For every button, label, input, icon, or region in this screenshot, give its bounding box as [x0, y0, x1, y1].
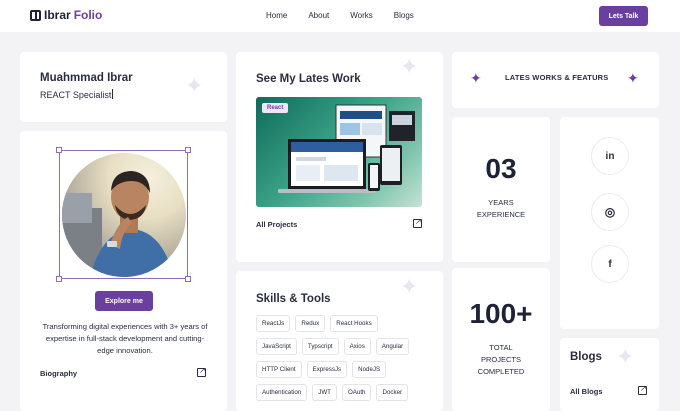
biography-link[interactable]: Biography	[40, 369, 77, 378]
skills-card: Skills & Tools ✦ ReactJs Redux React Hoo…	[236, 271, 443, 411]
owner-name: Muahmmad Ibrar	[40, 72, 133, 84]
skill-chip: ReactJs	[256, 315, 291, 332]
resize-handle	[56, 276, 62, 282]
skill-chip: Redux	[295, 315, 326, 332]
top-navbar: Ibrar Folio Home About Works Blogs Lets …	[0, 0, 680, 32]
explore-me-button[interactable]: Explore me	[95, 291, 153, 311]
sparkle-decoration-icon: ✦	[400, 274, 419, 299]
skill-chip: OAuth	[341, 384, 372, 401]
sparkle-decoration-icon: ✦	[616, 344, 635, 369]
nav-link-works[interactable]: Works	[350, 11, 373, 20]
dribbble-icon[interactable]: ◎	[591, 193, 629, 231]
skill-chip: HTTP Client	[256, 361, 302, 378]
skill-chip: Docker	[376, 384, 409, 401]
logo-text-accent: Folio	[73, 8, 103, 22]
skills-list: ReactJs Redux React Hooks JavaScript Typ…	[256, 315, 421, 401]
featured-banner[interactable]: ✦ LATES WORKS & FEATURS ✦	[452, 52, 659, 108]
intro-card: Muahmmad Ibrar REACT Specialist ✦	[20, 52, 227, 122]
lets-talk-button[interactable]: Lets Talk	[599, 6, 648, 26]
project-tag: React	[262, 103, 289, 113]
skill-chip: Authentication	[256, 384, 308, 401]
external-link-icon[interactable]	[197, 366, 206, 377]
logo-text-primary: Ibrar	[44, 8, 71, 22]
projects-label-line3: COMPLETED	[477, 367, 525, 376]
profile-card: Explore me Transforming digital experien…	[20, 131, 227, 411]
experience-label-line2: EXPERIENCE	[476, 210, 526, 219]
skills-title: Skills & Tools	[256, 293, 331, 305]
facebook-icon[interactable]: f	[591, 245, 629, 283]
person-illustration	[62, 171, 174, 277]
profile-photo-frame	[56, 147, 191, 282]
skill-chip: React Hooks	[330, 315, 378, 332]
projects-label-line1: TOTAL	[489, 343, 513, 352]
experience-stat-card: 03 YEARS EXPERIENCE	[452, 117, 550, 262]
star-icon: ✦	[470, 70, 482, 86]
skill-chip: ExpressJs	[306, 361, 348, 378]
star-icon: ✦	[627, 70, 639, 86]
resize-handle	[185, 276, 191, 282]
project-preview-image[interactable]: React	[256, 97, 422, 207]
latest-work-title: See My Lates Work	[256, 73, 361, 85]
sparkle-decoration-icon: ✦	[185, 73, 204, 98]
skill-chip: NodeJS	[352, 361, 387, 378]
logo-icon	[30, 9, 41, 21]
skill-chip: JWT	[312, 384, 337, 401]
nav-link-blogs[interactable]: Blogs	[394, 11, 414, 20]
featured-label: LATES WORKS & FEATURS	[505, 73, 609, 82]
blogs-card: Blogs ✦ All Blogs	[560, 338, 659, 411]
nav-link-about[interactable]: About	[308, 11, 329, 20]
devices-mockup-illustration	[278, 104, 415, 193]
all-projects-link[interactable]: All Projects	[256, 220, 297, 229]
experience-years-value: 03	[485, 153, 517, 184]
social-links-card: in ◎ f	[560, 117, 659, 329]
owner-role: REACT Specialist	[40, 90, 112, 100]
resize-handle	[56, 147, 62, 153]
latest-work-card: See My Lates Work ✦ React All Projects	[236, 52, 443, 262]
blogs-title: Blogs	[570, 351, 602, 363]
skill-chip: JavaScript	[256, 338, 297, 355]
skill-chip: Axios	[343, 338, 371, 355]
skill-chip: Angular	[375, 338, 410, 355]
skill-chip: Typscript	[301, 338, 339, 355]
projects-label-line2: PROJECTS	[480, 355, 521, 364]
projects-count-value: 100+	[469, 298, 533, 329]
profile-bio: Transforming digital experiences with 3+…	[42, 322, 208, 355]
external-link-icon[interactable]	[413, 217, 422, 228]
nav-links: Home About Works Blogs	[266, 11, 414, 20]
resize-handle	[185, 147, 191, 153]
nav-link-home[interactable]: Home	[266, 11, 287, 20]
external-link-icon[interactable]	[638, 384, 647, 395]
site-logo[interactable]: Ibrar Folio	[30, 8, 102, 22]
experience-label-line1: YEARS	[488, 198, 514, 207]
projects-stat-card: 100+ TOTAL PROJECTS COMPLETED	[452, 268, 550, 411]
linkedin-icon[interactable]: in	[591, 137, 629, 175]
sparkle-decoration-icon: ✦	[400, 54, 419, 79]
profile-photo	[62, 153, 186, 277]
all-blogs-link[interactable]: All Blogs	[570, 387, 603, 396]
